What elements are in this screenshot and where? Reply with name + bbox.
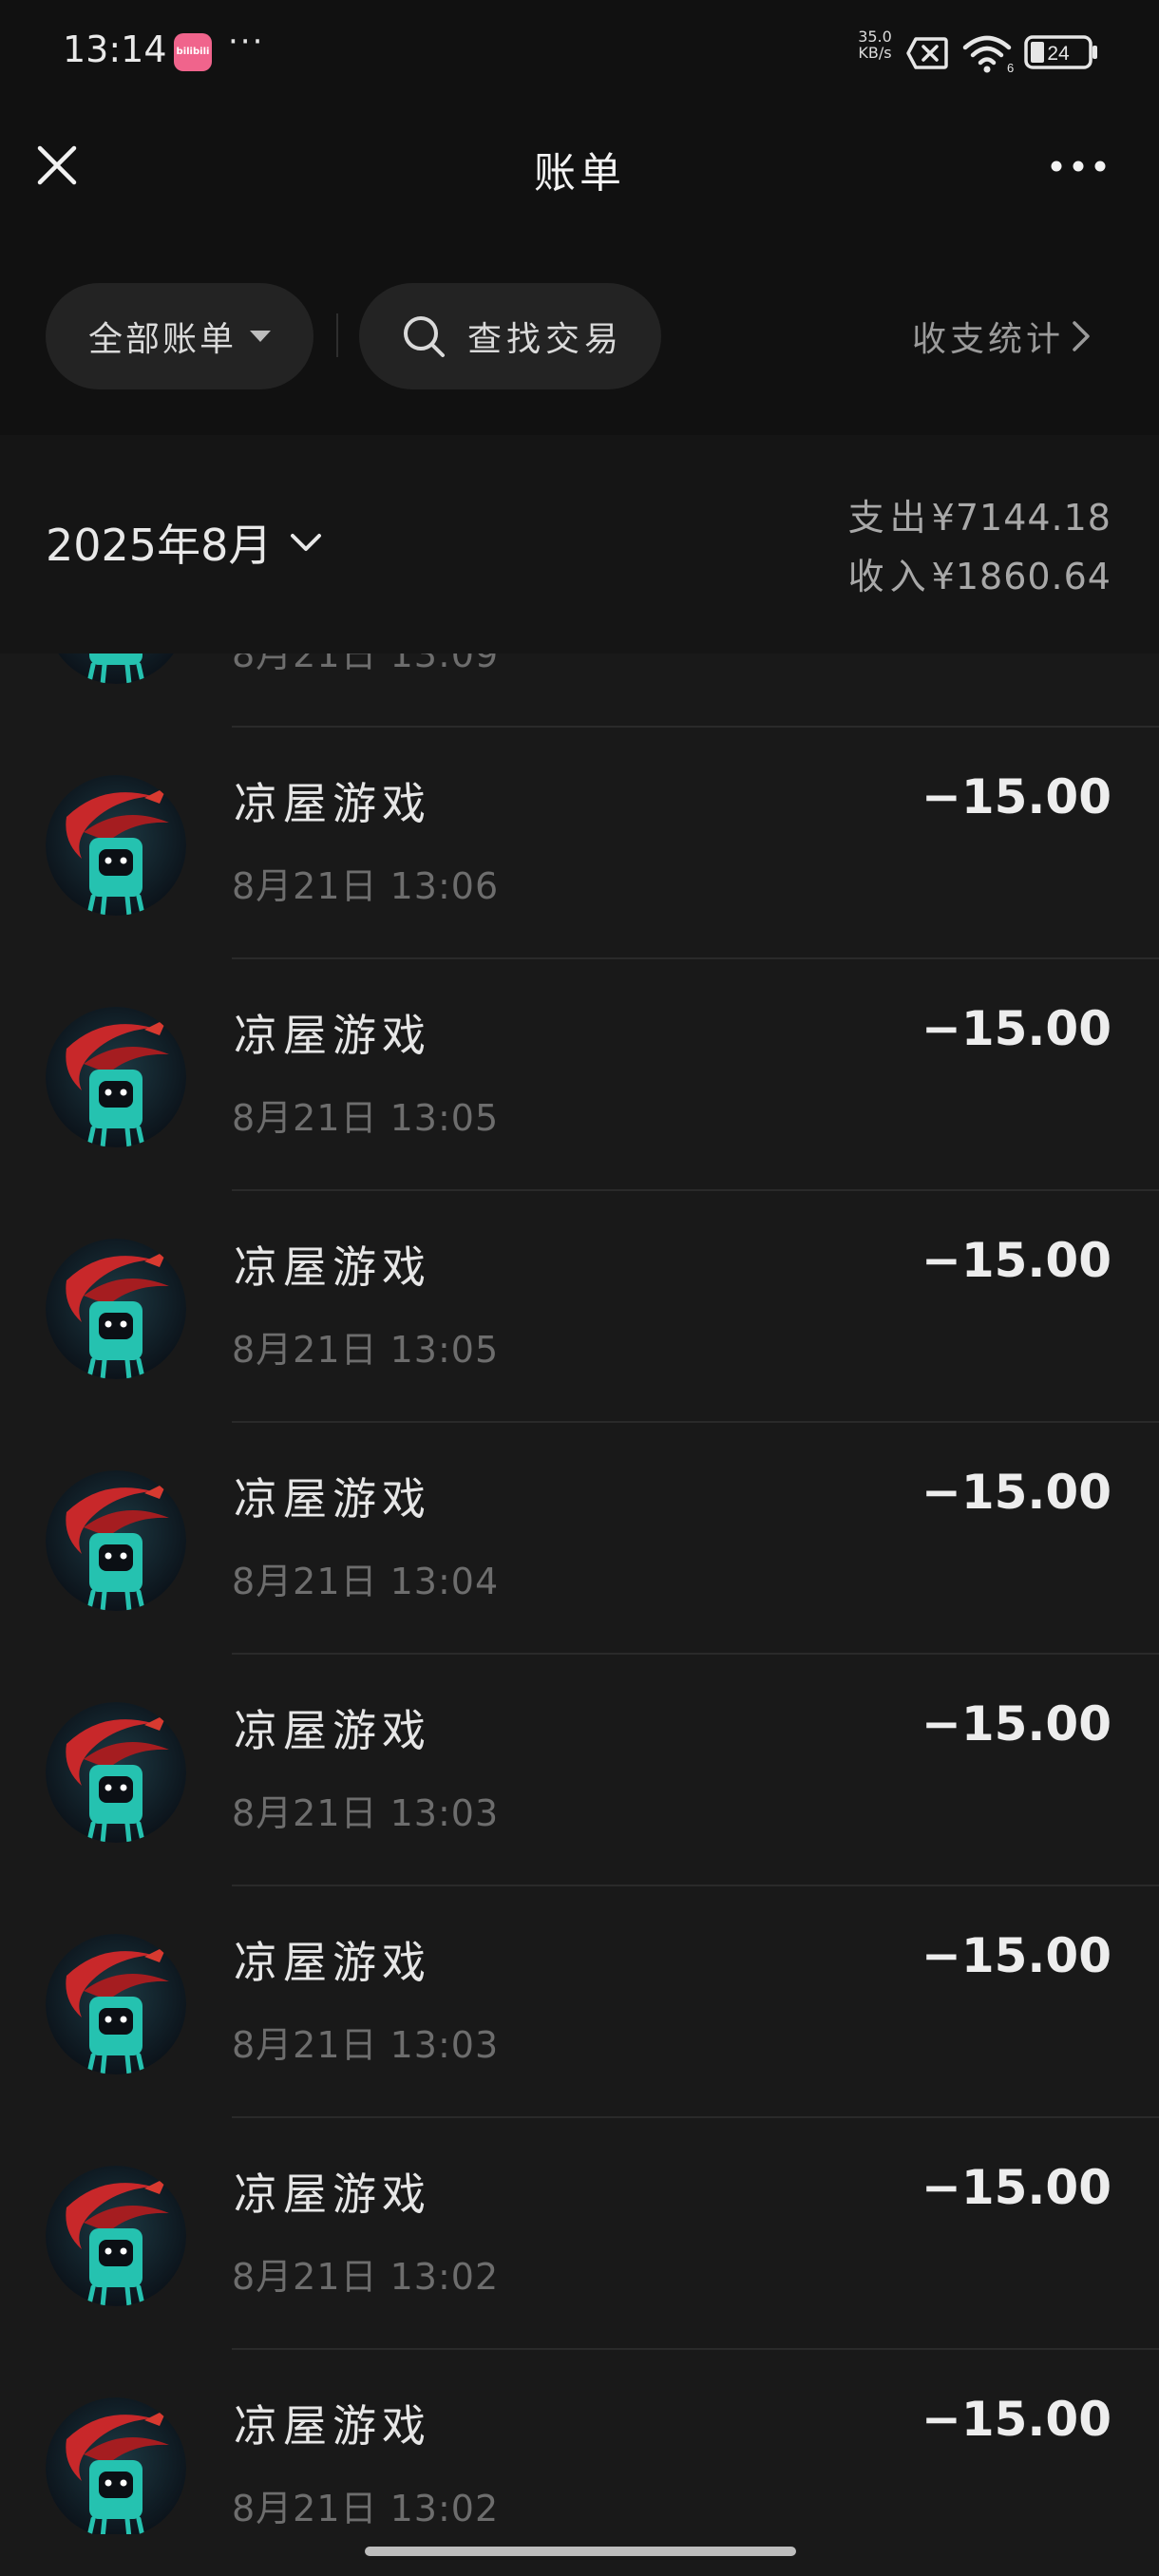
status-more-icon: ··· [228, 23, 265, 61]
merchant-name: 凉屋游戏 [234, 778, 431, 829]
wifi-number: 6 [1007, 61, 1014, 74]
transaction-amount: −15.00 [921, 1001, 1112, 1056]
month-summary-header: 2025年8月 支出¥7144.18 收入¥1860.64 [0, 435, 1159, 653]
merchant-avatar [46, 1702, 186, 1843]
wifi-icon: 6 [962, 35, 1014, 74]
transaction-row[interactable]: 凉屋游戏 8月21日 13:06 −15.00 [0, 728, 1159, 959]
page-title: 账单 [534, 149, 625, 198]
close-icon[interactable] [34, 142, 80, 188]
merchant-avatar [46, 653, 186, 684]
transaction-time: 8月21日 13:03 [232, 1792, 500, 1834]
transaction-time: 8月21日 13:05 [232, 1329, 500, 1371]
network-speed-unit: KB/s [858, 44, 892, 62]
all-bills-label: 全部账单 [87, 320, 237, 359]
merchant-name: 凉屋游戏 [234, 1705, 431, 1756]
transaction-row[interactable]: 凉屋游戏 8月21日 13:03 −15.00 [0, 1655, 1159, 1886]
transaction-time: 8月21日 13:05 [232, 1097, 500, 1139]
battery-icon: 24 [1024, 35, 1097, 69]
merchant-avatar [46, 775, 186, 916]
transaction-row[interactable]: 凉屋游戏 8月21日 13:05 −15.00 [0, 959, 1159, 1191]
status-time: 13:14 [63, 28, 167, 70]
transaction-time: 8月21日 13:02 [232, 2256, 500, 2298]
merchant-name: 凉屋游戏 [234, 2400, 431, 2452]
transaction-time: 8月21日 13:02 [232, 2488, 500, 2529]
transaction-amount: −15.00 [921, 1465, 1112, 1520]
more-icon[interactable] [1045, 142, 1112, 190]
chevron-right-icon [1073, 321, 1090, 351]
merchant-avatar [46, 1470, 186, 1611]
expense-value: ¥7144.18 [931, 497, 1112, 539]
battery-level: 24 [1047, 43, 1070, 65]
caret-down-icon [250, 331, 271, 342]
filter-divider [336, 313, 338, 357]
top-bar: 13:14 bilibili ··· 35.0 KB/s 6 24 账单 全部账… [0, 0, 1159, 435]
network-speed: 35.0 KB/s [851, 28, 899, 61]
merchant-name: 凉屋游戏 [234, 1937, 431, 1988]
search-transactions-button[interactable]: 查找交易 [359, 283, 661, 389]
all-bills-filter[interactable]: 全部账单 [46, 283, 314, 389]
merchant-avatar [46, 1239, 186, 1379]
merchant-avatar [46, 2166, 186, 2306]
merchant-name: 凉屋游戏 [234, 2169, 431, 2220]
transaction-time: 8月21日 13:03 [232, 2024, 500, 2066]
expense-total: 支出¥7144.18 [848, 488, 1112, 540]
home-indicator[interactable] [365, 2547, 796, 2556]
transaction-row[interactable]: 凉屋游戏 8月21日 13:02 −15.00 [0, 2118, 1159, 2350]
transaction-amount: −15.00 [921, 1696, 1112, 1752]
sim-icon [906, 37, 948, 69]
merchant-name: 凉屋游戏 [234, 1241, 431, 1293]
merchant-name: 凉屋游戏 [234, 1473, 431, 1525]
expense-label: 支出 [847, 497, 932, 539]
chevron-down-icon [291, 534, 322, 551]
transaction-list: 8月21日 13:09 凉屋游戏 8月21日 13:06 −15.00 凉屋游戏… [0, 653, 1159, 2534]
income-expense-stats-link[interactable]: 收支统计 [912, 308, 1092, 365]
network-speed-value: 35.0 [858, 28, 892, 46]
transaction-amount: −15.00 [921, 1928, 1112, 1983]
stats-label: 收支统计 [912, 320, 1065, 359]
transaction-row[interactable]: 凉屋游戏 8月21日 13:04 −15.00 [0, 1423, 1159, 1655]
transaction-row[interactable]: 8月21日 13:09 [0, 653, 1159, 728]
merchant-avatar [46, 1007, 186, 1147]
income-label: 收入 [847, 556, 932, 597]
merchant-name: 凉屋游戏 [234, 1010, 431, 1061]
merchant-avatar [46, 2397, 186, 2534]
bilibili-app-icon: bilibili [174, 33, 212, 71]
transaction-amount: −15.00 [921, 2160, 1112, 2215]
transaction-time: 8月21日 13:06 [232, 865, 500, 907]
transaction-amount: −15.00 [921, 2392, 1112, 2447]
transaction-amount: −15.00 [921, 769, 1112, 824]
merchant-avatar [46, 1934, 186, 2074]
month-label: 2025年8月 [46, 520, 273, 571]
transaction-time: 8月21日 13:04 [232, 1561, 500, 1602]
income-value: ¥1860.64 [931, 556, 1112, 597]
transaction-row[interactable]: 凉屋游戏 8月21日 13:05 −15.00 [0, 1191, 1159, 1423]
month-selector[interactable]: 2025年8月 [46, 509, 323, 576]
income-total: 收入¥1860.64 [848, 547, 1112, 599]
search-label: 查找交易 [467, 320, 624, 359]
transaction-amount: −15.00 [921, 1233, 1112, 1288]
search-icon [404, 316, 445, 357]
transaction-row[interactable]: 凉屋游戏 8月21日 13:02 −15.00 [0, 2350, 1159, 2534]
transaction-time: 8月21日 13:09 [232, 653, 500, 675]
transaction-row[interactable]: 凉屋游戏 8月21日 13:03 −15.00 [0, 1886, 1159, 2118]
